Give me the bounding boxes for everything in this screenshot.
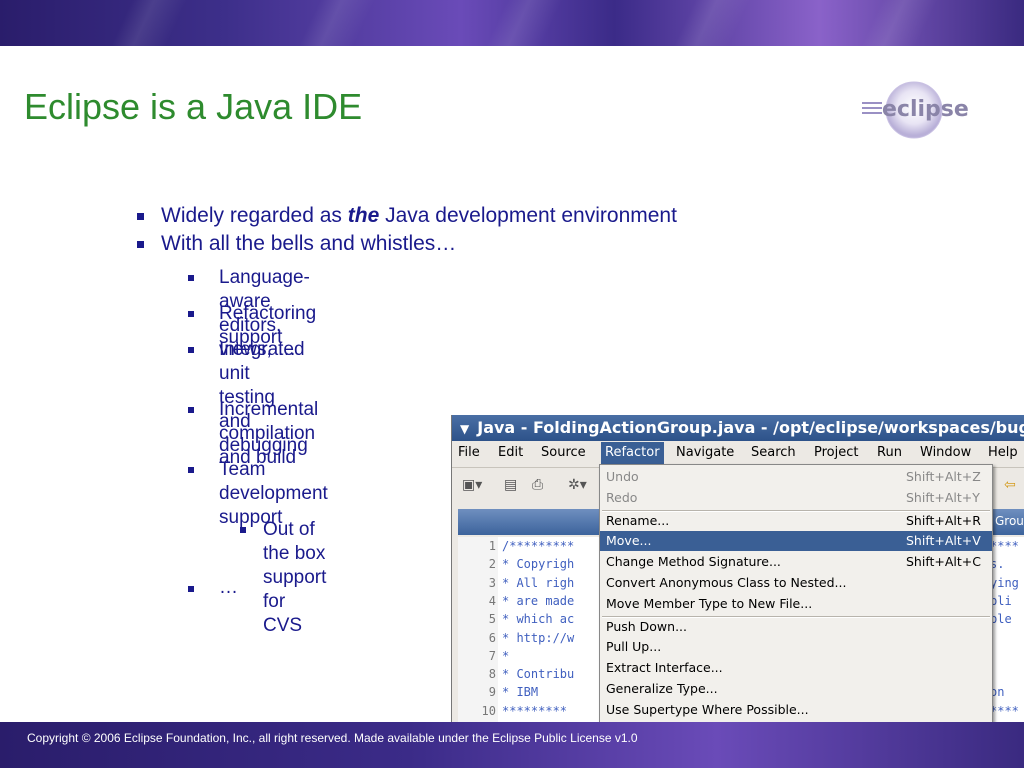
- code-line-tail: ying: [990, 575, 1019, 590]
- line-number: 1: [488, 539, 496, 553]
- code-line: *: [502, 648, 510, 663]
- menu-item-shortcut: Shift+Alt+V: [906, 533, 981, 549]
- line-number: 6: [488, 630, 496, 645]
- bottom-banner: [0, 722, 1024, 768]
- line-number: 10: [481, 703, 496, 718]
- menu-item-label: Convert Anonymous Class to Nested...: [606, 575, 847, 590]
- ide-menu-bar: File Edit Source Refactor Navigate Searc…: [452, 442, 1024, 464]
- refactor-menu-item[interactable]: Extract Interface...: [600, 658, 992, 678]
- refactor-menu-item[interactable]: Redo Shift+Alt+Y: [600, 488, 992, 508]
- sub-sub-bullet-marker: [240, 527, 246, 533]
- refactor-menu-item[interactable]: Push Down...: [600, 617, 992, 637]
- menu-item-label: Extract Interface...: [606, 660, 723, 676]
- refactor-menu: Undo Shift+Alt+Z Redo Shift+Alt+Y Rename... S…: [599, 464, 993, 722]
- sub-bullet-marker: [188, 311, 194, 317]
- code-line-tail: bli: [990, 593, 1012, 608]
- menu-search[interactable]: Search: [751, 445, 796, 460]
- menu-refactor[interactable]: Refactor: [601, 442, 664, 464]
- window-menu-icon[interactable]: ▼: [460, 416, 469, 442]
- save-icon[interactable]: ▤: [504, 477, 517, 493]
- sub-sub-bullet-item: Out of the box support for CVS: [263, 518, 326, 638]
- menu-run[interactable]: Run: [877, 445, 902, 460]
- refactor-menu-item[interactable]: Change Method Signature... Shift+Alt+C: [600, 552, 992, 572]
- line-number: 7: [488, 648, 496, 663]
- sub-bullet-line: Team development: [219, 459, 328, 504]
- menu-item-label: Undo: [606, 469, 639, 484]
- code-line: * which ac: [502, 612, 575, 627]
- line-number: 9: [488, 685, 496, 700]
- menu-item-label: Use Supertype Where Possible...: [606, 701, 809, 717]
- refactor-menu-item[interactable]: Use Supertype Where Possible...: [600, 700, 992, 720]
- sub-bullet-marker: [188, 407, 194, 413]
- eclipse-ide-screenshot: ▼ Java - FoldingActionGroup.java - /opt/e…: [451, 415, 1024, 722]
- code-line-tail: ble: [990, 612, 1012, 627]
- bullet-item: With all the bells and whistles…: [161, 232, 457, 255]
- line-number: 2: [488, 557, 496, 572]
- sub-bullet-item: …: [219, 577, 238, 598]
- svg-text:eclipse: eclipse: [882, 97, 969, 122]
- menu-item-label: Move...: [606, 533, 652, 549]
- menu-item-shortcut: Shift+Alt+R: [906, 512, 981, 528]
- new-icon[interactable]: ▣▾: [462, 477, 482, 493]
- code-line: * are made: [502, 593, 575, 608]
- debug-icon[interactable]: ✲▾: [568, 477, 587, 493]
- menu-item-label: Move Member Type to New File...: [606, 595, 813, 611]
- menu-item-shortcut: Shift+Alt+C: [906, 554, 982, 570]
- code-line: * All righ: [502, 575, 575, 590]
- refactor-menu-item[interactable]: Pull Up...: [600, 637, 992, 657]
- refactor-menu-item[interactable]: Undo Shift+Alt+Z: [600, 467, 992, 487]
- menu-project[interactable]: Project: [814, 445, 858, 460]
- menu-item-label: Generalize Type...: [606, 681, 718, 696]
- menu-item-shortcut: Shift+Alt+Y: [906, 489, 980, 505]
- line-number: 8: [488, 667, 496, 682]
- menu-item-label: Redo: [606, 489, 638, 505]
- code-line: * IBM: [502, 685, 539, 700]
- sub-bullet-line: Incremental compilation: [219, 399, 319, 444]
- code-line: * Copyrigh: [502, 557, 575, 572]
- sub-bullet-marker: [188, 586, 194, 592]
- slide-title: Eclipse is a Java IDE: [24, 86, 363, 127]
- code-line-tail: ****: [990, 539, 1019, 553]
- ide-window-title: Java - FoldingActionGroup.java - /opt/ec…: [477, 418, 1024, 437]
- menu-window[interactable]: Window: [920, 445, 971, 460]
- menu-item-label: Push Down...: [606, 618, 687, 634]
- bullet-item: Widely regarded as the Java development …: [161, 204, 677, 227]
- footer-copyright: Copyright © 2006 Eclipse Foundation, Inc…: [27, 731, 638, 745]
- code-line-tail: ****: [990, 703, 1019, 718]
- refactor-menu-item[interactable]: Convert Anonymous Class to Nested...: [600, 573, 992, 593]
- editor-tab-label[interactable]: Grou: [995, 514, 1024, 528]
- refactor-menu-item[interactable]: Generalize Type...: [600, 679, 992, 699]
- menu-source[interactable]: Source: [541, 445, 586, 460]
- menu-item-label: Rename...: [606, 512, 670, 528]
- sub-sub-bullet-line: support for CVS: [263, 567, 327, 636]
- menu-item-shortcut: Shift+Alt+Z: [906, 469, 981, 484]
- bullet-marker: [137, 213, 144, 220]
- refactor-menu-item[interactable]: Move Member Type to New File...: [600, 594, 992, 614]
- menu-edit[interactable]: Edit: [498, 445, 523, 460]
- sub-bullet-marker: [188, 467, 194, 473]
- top-banner: [0, 0, 1024, 46]
- print-icon[interactable]: ⎙: [532, 477, 543, 493]
- back-arrow-icon[interactable]: ⇦: [1004, 477, 1016, 493]
- sub-sub-bullet-line: Out of the box: [263, 519, 326, 564]
- code-line: * Contribu: [502, 667, 575, 682]
- line-number: 4: [488, 593, 496, 608]
- refactor-menu-item[interactable]: Rename... Shift+Alt+R: [600, 511, 992, 531]
- sub-bullet-marker: [188, 347, 194, 353]
- menu-file[interactable]: File: [458, 445, 480, 460]
- eclipse-logo: eclipse: [862, 81, 969, 139]
- line-number: 5: [488, 612, 496, 627]
- code-line: /*********: [502, 539, 575, 553]
- code-line: * http://w: [502, 630, 575, 645]
- refactor-menu-item[interactable]: Move... Shift+Alt+V: [600, 531, 992, 552]
- sub-bullet-marker: [188, 275, 194, 281]
- menu-navigate[interactable]: Navigate: [676, 445, 734, 460]
- line-number: 3: [488, 575, 496, 590]
- code-line: *********: [502, 703, 568, 718]
- ide-title-bar: ▼ Java - FoldingActionGroup.java - /opt/e…: [452, 415, 1024, 441]
- menu-item-label: Change Method Signature...: [606, 554, 781, 570]
- bullet-marker: [137, 241, 144, 248]
- menu-help[interactable]: Help: [988, 445, 1018, 460]
- menu-item-label: Pull Up...: [606, 639, 662, 655]
